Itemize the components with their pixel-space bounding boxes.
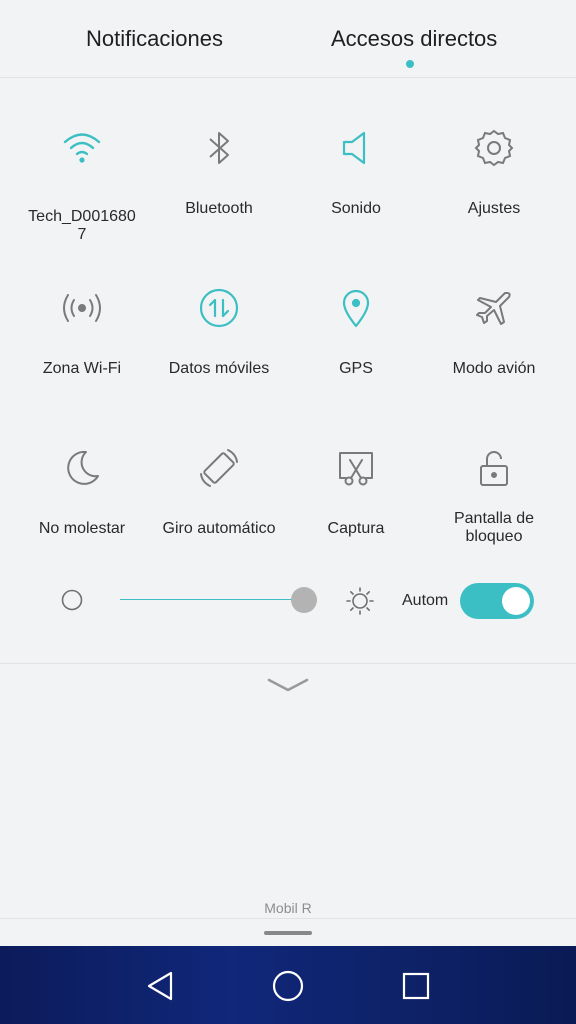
back-button[interactable] (140, 966, 180, 1006)
tile-bluetooth-label: Bluetooth (185, 200, 253, 217)
gear-icon (470, 124, 518, 172)
wifi-icon (58, 124, 106, 172)
tile-sonido[interactable]: Sonido (284, 124, 428, 274)
home-button[interactable] (268, 966, 308, 1006)
brightness-slider-thumb[interactable] (291, 587, 317, 613)
tile-giro-automatico-label: Giro automático (162, 520, 276, 537)
recents-button[interactable] (396, 966, 436, 1006)
mobile-data-icon (195, 284, 243, 332)
expand-chevron-icon[interactable] (266, 676, 310, 699)
airplane-icon (470, 284, 518, 332)
moon-icon (58, 444, 106, 492)
auto-rotate-icon (195, 444, 243, 492)
tab-accesos-directos[interactable]: Accesos directos (331, 26, 497, 52)
tile-datos-moviles[interactable]: Datos móviles (147, 284, 291, 434)
auto-brightness-label: Autom (402, 592, 449, 609)
auto-brightness-toggle[interactable] (460, 583, 534, 619)
tile-ajustes[interactable]: Ajustes (422, 124, 566, 274)
wifi-network-name: Tech_D001680 7 (28, 208, 136, 243)
active-tab-indicator (406, 60, 414, 68)
drawer-divider (0, 918, 576, 919)
tile-pantalla-bloqueo-label: Pantalla de bloqueo (453, 510, 535, 545)
back-icon (147, 971, 173, 1001)
tab-notificaciones[interactable]: Notificaciones (86, 26, 223, 52)
quick-settings-tabs: Notificaciones Accesos directos (0, 0, 576, 78)
tile-zona-wifi-label: Zona Wi-Fi (42, 360, 122, 377)
navigation-bar (0, 946, 576, 1024)
tile-captura-label: Captura (327, 520, 385, 537)
bluetooth-icon (195, 124, 243, 172)
tile-ajustes-label: Ajustes (467, 200, 521, 217)
speaker-icon (332, 124, 380, 172)
tile-modo-avion[interactable]: Modo avión (422, 284, 566, 434)
tile-bluetooth[interactable]: Bluetooth (147, 124, 291, 274)
tile-sonido-label: Sonido (331, 200, 381, 217)
recents-icon (402, 972, 430, 1000)
tile-no-molestar-label: No molestar (38, 520, 126, 537)
tile-wifi[interactable]: Tech_D001680 7 (10, 124, 154, 274)
panel-divider (0, 663, 576, 664)
hotspot-icon (58, 284, 106, 332)
home-icon (272, 970, 304, 1002)
tile-datos-moviles-label: Datos móviles (168, 360, 270, 377)
screenshot-icon (332, 444, 380, 492)
drag-handle[interactable] (264, 931, 312, 935)
lock-icon (470, 444, 518, 492)
brightness-slider-fill (120, 599, 304, 601)
tile-modo-avion-label: Modo avión (452, 360, 536, 377)
carrier-name: Mobil R (264, 900, 312, 916)
tile-gps[interactable]: GPS (284, 284, 428, 434)
brightness-high-icon (346, 587, 374, 615)
brightness-slider[interactable] (120, 584, 317, 616)
tile-gps-label: GPS (339, 360, 373, 377)
brightness-row: Autom (0, 570, 576, 630)
location-pin-icon (332, 284, 380, 332)
brightness-low-icon (61, 589, 83, 611)
tile-wifi-label: Tech_D001680 7 (14, 190, 150, 244)
auto-brightness-toggle-knob (502, 587, 530, 615)
tile-zona-wifi[interactable]: Zona Wi-Fi (10, 284, 154, 434)
